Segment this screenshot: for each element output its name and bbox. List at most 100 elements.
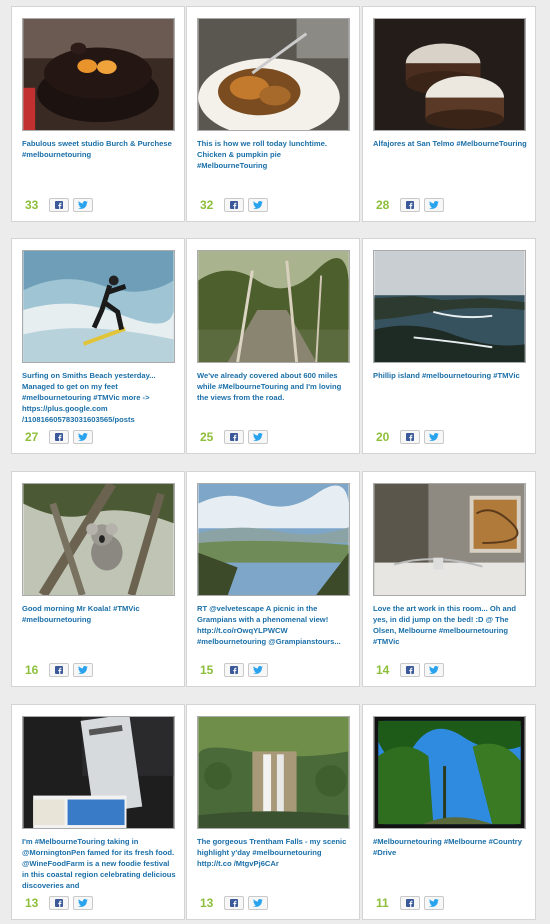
facebook-share-button[interactable] (224, 198, 244, 212)
twitter-share-button[interactable] (73, 198, 93, 212)
post-footer: 11 (376, 895, 444, 911)
twitter-share-button[interactable] (73, 663, 93, 677)
twitter-icon (78, 433, 88, 441)
post-footer: 32 (200, 197, 268, 213)
twitter-icon (253, 899, 263, 907)
facebook-share-button[interactable] (224, 430, 244, 444)
post-card[interactable]: #Melbournetouring #Melbourne #Country #D… (362, 704, 536, 920)
post-card[interactable]: Surfing on Smiths Beach yesterday... Man… (11, 238, 185, 454)
facebook-share-button[interactable] (400, 896, 420, 910)
twitter-share-button[interactable] (73, 896, 93, 910)
post-card[interactable]: Love the art work in this room... Oh and… (362, 471, 536, 687)
facebook-icon (230, 433, 238, 441)
post-photo[interactable] (373, 250, 526, 363)
post-photo[interactable] (197, 18, 350, 131)
post-card[interactable]: We've already covered about 600 miles wh… (186, 238, 360, 454)
twitter-icon (429, 201, 439, 209)
facebook-share-button[interactable] (224, 663, 244, 677)
post-card[interactable]: Phillip island #melbournetouring #TMVic … (362, 238, 536, 454)
twitter-share-button[interactable] (248, 430, 268, 444)
twitter-share-button[interactable] (248, 198, 268, 212)
post-card[interactable]: I'm #MelbourneTouring taking in @Morning… (11, 704, 185, 920)
facebook-icon (230, 899, 238, 907)
twitter-share-button[interactable] (424, 896, 444, 910)
post-photo[interactable] (22, 716, 175, 829)
chocolate-dessert-image (23, 19, 174, 130)
post-footer: 15 (200, 662, 268, 678)
twitter-icon (78, 666, 88, 674)
twitter-icon (429, 433, 439, 441)
post-photo[interactable] (197, 250, 350, 363)
share-count: 14 (376, 663, 390, 677)
share-count: 16 (25, 663, 39, 677)
forest-road-image (198, 251, 349, 362)
post-caption[interactable]: #Melbournetouring #Melbourne #Country #D… (373, 836, 528, 858)
post-caption[interactable]: Good morning Mr Koala! #TMVic #melbourne… (22, 603, 177, 625)
share-count: 15 (200, 663, 214, 677)
twitter-share-button[interactable] (248, 896, 268, 910)
facebook-icon (230, 201, 238, 209)
post-caption[interactable]: RT @velvetescape A picnic in the Grampia… (197, 603, 352, 647)
post-footer: 27 (25, 429, 93, 445)
facebook-icon (55, 666, 63, 674)
post-caption[interactable]: We've already covered about 600 miles wh… (197, 370, 352, 403)
facebook-share-button[interactable] (400, 430, 420, 444)
facebook-icon (230, 666, 238, 674)
post-card[interactable]: This is how we roll today lunchtime. Chi… (186, 6, 360, 222)
brochures-image (23, 717, 174, 828)
facebook-share-button[interactable] (400, 663, 420, 677)
twitter-share-button[interactable] (424, 198, 444, 212)
post-caption[interactable]: This is how we roll today lunchtime. Chi… (197, 138, 352, 171)
twitter-share-button[interactable] (248, 663, 268, 677)
twitter-share-button[interactable] (424, 663, 444, 677)
facebook-icon (55, 433, 63, 441)
hotel-room-image (374, 484, 525, 595)
facebook-share-button[interactable] (49, 198, 69, 212)
post-footer: 13 (200, 895, 268, 911)
alfajores-image (374, 19, 525, 130)
coastline-image (374, 251, 525, 362)
share-count: 13 (25, 896, 39, 910)
post-card[interactable]: Alfajores at San Telmo #MelbourneTouring… (362, 6, 536, 222)
post-footer: 13 (25, 895, 93, 911)
post-photo[interactable] (22, 18, 175, 131)
post-footer: 16 (25, 662, 93, 678)
facebook-share-button[interactable] (224, 896, 244, 910)
facebook-share-button[interactable] (400, 198, 420, 212)
post-photo[interactable] (373, 18, 526, 131)
facebook-icon (406, 201, 414, 209)
facebook-icon (406, 899, 414, 907)
post-caption[interactable]: Fabulous sweet studio Burch & Purchese #… (22, 138, 177, 160)
twitter-share-button[interactable] (73, 430, 93, 444)
post-card[interactable]: Good morning Mr Koala! #TMVic #melbourne… (11, 471, 185, 687)
post-caption[interactable]: Love the art work in this room... Oh and… (373, 603, 528, 647)
post-photo[interactable] (373, 483, 526, 596)
post-caption[interactable]: Surfing on Smiths Beach yesterday... Man… (22, 370, 177, 425)
post-caption[interactable]: I'm #MelbourneTouring taking in @Morning… (22, 836, 177, 891)
trees-sky-image (374, 717, 525, 828)
post-photo[interactable] (197, 716, 350, 829)
post-caption[interactable]: Phillip island #melbournetouring #TMVic (373, 370, 528, 381)
twitter-icon (78, 899, 88, 907)
twitter-share-button[interactable] (424, 430, 444, 444)
post-photo[interactable] (373, 716, 526, 829)
post-photo[interactable] (22, 250, 175, 363)
share-count: 28 (376, 198, 390, 212)
post-footer: 14 (376, 662, 444, 678)
surfer-image (23, 251, 174, 362)
share-count: 11 (376, 896, 389, 910)
post-card[interactable]: The gorgeous Trentham Falls - my scenic … (186, 704, 360, 920)
post-photo[interactable] (197, 483, 350, 596)
facebook-share-button[interactable] (49, 430, 69, 444)
post-caption[interactable]: The gorgeous Trentham Falls - my scenic … (197, 836, 352, 869)
post-card[interactable]: RT @velvetescape A picnic in the Grampia… (186, 471, 360, 687)
facebook-share-button[interactable] (49, 663, 69, 677)
twitter-icon (429, 899, 439, 907)
post-photo[interactable] (22, 483, 175, 596)
share-count: 25 (200, 430, 214, 444)
post-card[interactable]: Fabulous sweet studio Burch & Purchese #… (11, 6, 185, 222)
grampians-view-image (198, 484, 349, 595)
koala-image (23, 484, 174, 595)
post-caption[interactable]: Alfajores at San Telmo #MelbourneTouring (373, 138, 528, 149)
facebook-share-button[interactable] (49, 896, 69, 910)
